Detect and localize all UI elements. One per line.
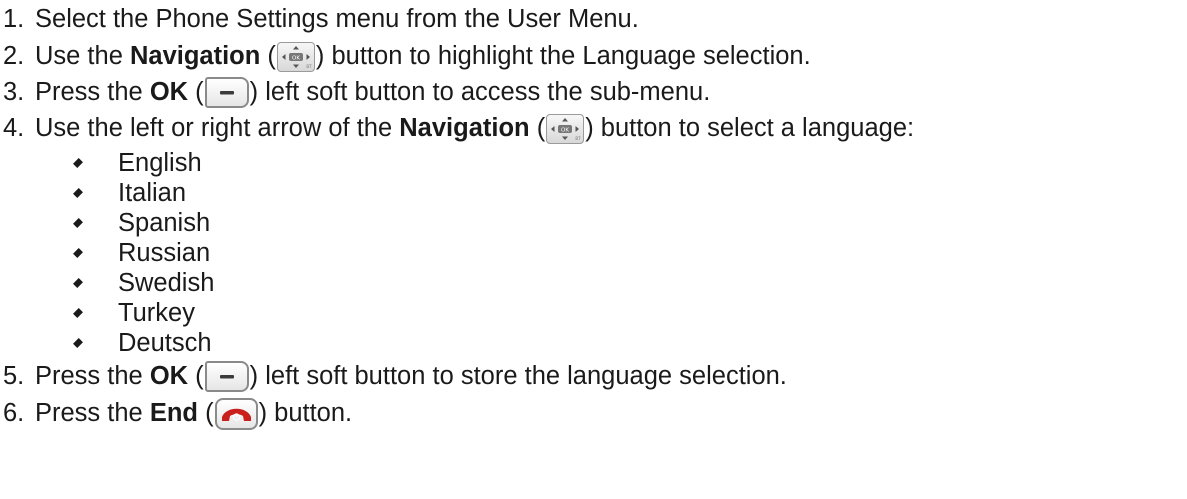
- step-6: 6. Press the End ( ) button.: [0, 397, 352, 430]
- button-name: Navigation: [399, 114, 530, 142]
- button-name: OK: [149, 78, 189, 106]
- step-text-suffix: ) button to highlight the Language selec…: [315, 42, 811, 70]
- step-text: Select the Phone Settings menu from the …: [35, 5, 639, 33]
- bullet-icon: [73, 158, 83, 168]
- left-soft-button-icon: [204, 361, 249, 392]
- svg-text:OK: OK: [292, 55, 300, 61]
- language-item: Turkey: [0, 298, 195, 328]
- open-paren: (: [188, 362, 204, 390]
- svg-text:BT: BT: [306, 64, 312, 69]
- language-label: Swedish: [118, 269, 215, 297]
- language-item: Deutsch: [0, 328, 212, 358]
- language-label: Spanish: [118, 209, 211, 237]
- open-paren: (: [260, 42, 276, 70]
- step-4: 4. Use the left or right arrow of the Na…: [0, 112, 914, 145]
- open-paren: (: [188, 78, 204, 106]
- step-5: 5. Press the OK ( ) left soft button to …: [0, 360, 787, 393]
- left-soft-button-icon: [204, 77, 249, 108]
- bullet-icon: [73, 308, 83, 318]
- step-text-suffix: ) button.: [258, 399, 353, 427]
- language-item: English: [0, 148, 202, 178]
- language-item: Spanish: [0, 208, 210, 238]
- language-item: Swedish: [0, 268, 214, 298]
- language-label: Italian: [118, 179, 187, 207]
- step-text-prefix: Press the: [35, 399, 150, 427]
- language-label: English: [118, 149, 202, 177]
- language-item: Russian: [0, 238, 210, 268]
- step-1: 1. Select the Phone Settings menu from t…: [0, 3, 639, 36]
- instruction-document: 1. Select the Phone Settings menu from t…: [0, 0, 1187, 499]
- bullet-icon: [73, 338, 83, 348]
- bullet-icon: [73, 188, 83, 198]
- step-text-suffix: ) left soft button to access the sub-men…: [249, 78, 711, 106]
- language-item: Italian: [0, 178, 186, 208]
- step-3: 3. Press the OK ( ) left soft button to …: [0, 76, 710, 109]
- bullet-icon: [73, 218, 83, 228]
- end-call-button-icon: [214, 397, 258, 430]
- step-text-prefix: Use the: [35, 42, 130, 70]
- button-name: Navigation: [129, 42, 261, 70]
- open-paren: (: [529, 114, 546, 142]
- step-text-prefix: Use the left or right arrow of the: [35, 114, 400, 142]
- language-label: Deutsch: [118, 329, 212, 357]
- navigation-button-icon: OK BT: [276, 41, 315, 72]
- language-label: Turkey: [118, 299, 195, 327]
- button-name: End: [149, 399, 198, 427]
- step-number: 2.: [3, 42, 25, 70]
- step-text-suffix: ) left soft button to store the language…: [249, 362, 787, 390]
- navigation-button-icon: OK BT: [546, 113, 585, 144]
- step-text-prefix: Press the: [35, 362, 150, 390]
- button-name: OK: [149, 362, 189, 390]
- language-label: Russian: [118, 239, 211, 267]
- bullet-icon: [73, 278, 83, 288]
- step-2: 2. Use the Navigation ( OK BT ) button t…: [0, 40, 811, 73]
- step-text-prefix: Press the: [35, 78, 150, 106]
- step-number: 6.: [3, 399, 25, 427]
- step-number: 1.: [3, 5, 25, 33]
- svg-text:BT: BT: [576, 136, 582, 141]
- step-number: 3.: [3, 78, 25, 106]
- step-number: 4.: [3, 114, 25, 142]
- svg-text:OK: OK: [561, 127, 569, 133]
- bullet-icon: [73, 248, 83, 258]
- step-text-suffix: ) button to select a language:: [585, 114, 915, 142]
- step-number: 5.: [3, 362, 25, 390]
- open-paren: (: [197, 399, 214, 427]
